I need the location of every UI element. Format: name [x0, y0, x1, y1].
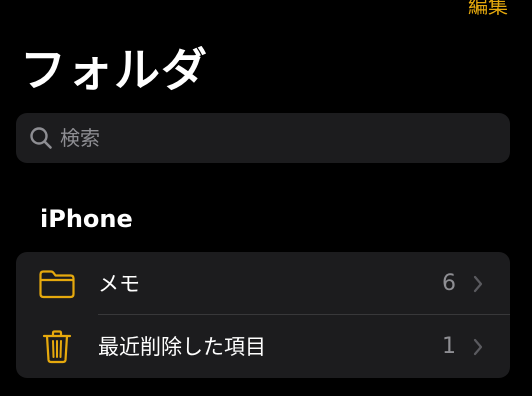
- search-input[interactable]: [60, 126, 480, 150]
- search-bar[interactable]: [16, 113, 510, 163]
- trash-icon: [38, 328, 76, 366]
- folder-row-recently-deleted[interactable]: 最近削除した項目 1: [16, 315, 510, 378]
- folder-label: メモ: [98, 271, 140, 296]
- folder-label: 最近削除した項目: [98, 334, 266, 359]
- folder-count: 6: [442, 270, 456, 296]
- search-icon: [28, 125, 54, 151]
- folder-row-memo[interactable]: メモ 6: [16, 252, 510, 315]
- folder-list: メモ 6 最近削除した項目 1: [16, 252, 510, 378]
- folder-icon: [38, 265, 76, 303]
- folder-count: 1: [442, 333, 456, 359]
- chevron-right-icon: [472, 274, 484, 294]
- chevron-right-icon: [472, 337, 484, 357]
- page-title: フォルダ: [20, 43, 208, 97]
- edit-button[interactable]: 編集: [468, 0, 508, 20]
- section-header-iphone: iPhone: [40, 205, 133, 233]
